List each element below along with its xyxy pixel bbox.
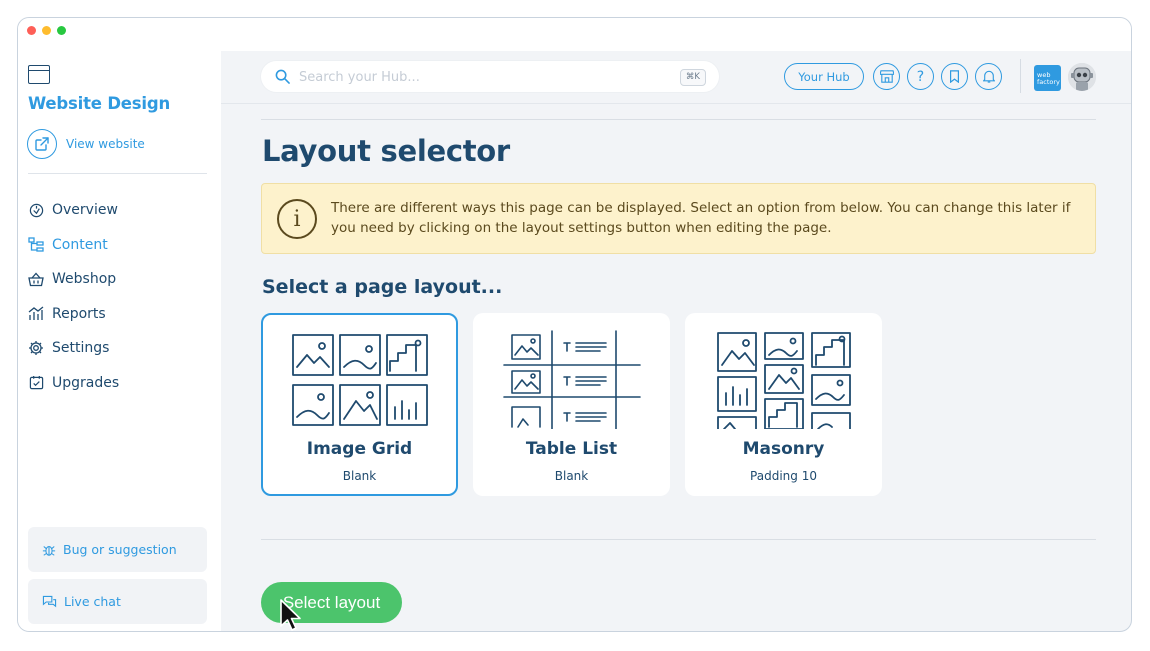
live-chat-button[interactable]: Live chat <box>28 579 207 624</box>
select-layout-button[interactable]: Select layout <box>261 582 402 623</box>
layout-card-title: Table List <box>525 439 618 459</box>
layout-card-subtitle: Blank <box>554 469 589 483</box>
layout-card-title: Image Grid <box>306 439 413 459</box>
info-icon: i <box>277 199 317 239</box>
layout-card-subtitle: Blank <box>342 469 377 483</box>
sidebar-item-label: Reports <box>52 305 106 322</box>
image-grid-layout-icon <box>291 334 428 426</box>
basket-icon <box>28 271 44 287</box>
sidebar-item-label: Webshop <box>52 271 117 288</box>
page-title: Layout selector <box>262 134 510 168</box>
sidebar-item-label: Content <box>52 236 108 253</box>
bookmark-icon <box>949 70 960 83</box>
robot-avatar-icon <box>1068 63 1096 91</box>
sidebar-item-settings[interactable]: Settings <box>28 331 119 366</box>
bug-or-suggestion-label: Bug or suggestion <box>63 542 177 557</box>
view-website-label: View website <box>66 137 145 151</box>
your-hub-button[interactable]: Your Hub <box>784 63 864 90</box>
section-title: Select a page layout... <box>262 276 503 298</box>
avatar[interactable] <box>1068 63 1096 91</box>
divider <box>261 539 1096 540</box>
store-icon <box>879 70 894 83</box>
topbar-divider <box>1020 59 1021 93</box>
sidebar-item-upgrades[interactable]: Upgrades <box>28 366 119 401</box>
browser-window-icon <box>28 65 50 84</box>
gear-icon <box>28 340 44 356</box>
sidebar-item-label: Settings <box>52 340 110 357</box>
masonry-layout-icon <box>716 332 851 429</box>
search-icon <box>275 69 290 88</box>
sidebar-item-overview[interactable]: Overview <box>28 193 119 228</box>
sidebar-item-content[interactable]: Content <box>28 228 119 263</box>
top-bar: ⌘K Your Hub ? web factory <box>221 51 1131 104</box>
main-content: Layout selector i There are different wa… <box>221 104 1131 631</box>
chat-bubbles-icon <box>42 595 57 609</box>
layout-card-table-list[interactable]: Table List Blank <box>473 313 670 496</box>
sidebar-divider <box>28 173 207 174</box>
sidebar-item-reports[interactable]: Reports <box>28 297 119 332</box>
help-icon: ? <box>916 68 925 85</box>
sidebar-item-webshop[interactable]: Webshop <box>28 262 119 297</box>
sidebar: Website Design View website Overview Con… <box>18 51 221 631</box>
notice-text: There are different ways this page can b… <box>331 200 1071 236</box>
layout-card-masonry[interactable]: Masonry Padding 10 <box>685 313 882 496</box>
layout-card-image-grid[interactable]: Image Grid Blank <box>261 313 458 496</box>
notifications-button[interactable] <box>975 63 1002 90</box>
web-factory-logo: web factory <box>1034 65 1061 91</box>
maximize-window-button[interactable] <box>57 26 66 35</box>
sidebar-nav: Overview Content Webshop Reports Setting… <box>28 193 119 400</box>
divider <box>261 119 1096 120</box>
bug-icon <box>42 543 56 557</box>
bookmark-button[interactable] <box>941 63 968 90</box>
close-window-button[interactable] <box>27 26 36 35</box>
overview-icon <box>28 202 44 218</box>
sidebar-item-label: Upgrades <box>52 374 120 391</box>
app-window: Website Design View website Overview Con… <box>17 17 1132 632</box>
chart-icon <box>28 306 44 322</box>
view-website-link[interactable]: View website <box>27 128 145 160</box>
bell-icon <box>982 70 995 83</box>
content-tree-icon <box>28 237 44 253</box>
info-notice: i There are different ways this page can… <box>261 183 1096 254</box>
layout-card-subtitle: Padding 10 <box>750 469 817 483</box>
search-box[interactable]: ⌘K <box>261 61 719 92</box>
live-chat-label: Live chat <box>64 594 121 609</box>
sidebar-item-label: Overview <box>52 202 118 219</box>
calendar-check-icon <box>28 375 44 391</box>
site-title: Website Design <box>28 94 171 113</box>
search-input[interactable] <box>297 65 661 89</box>
store-button[interactable] <box>873 63 900 90</box>
minimize-window-button[interactable] <box>42 26 51 35</box>
search-shortcut-badge: ⌘K <box>679 69 706 86</box>
table-list-layout-icon <box>502 330 641 429</box>
external-link-icon <box>27 129 57 159</box>
layout-card-title: Masonry <box>742 439 825 459</box>
help-button[interactable]: ? <box>907 63 934 90</box>
title-bar <box>18 18 1131 51</box>
bug-or-suggestion-button[interactable]: Bug or suggestion <box>28 527 207 572</box>
